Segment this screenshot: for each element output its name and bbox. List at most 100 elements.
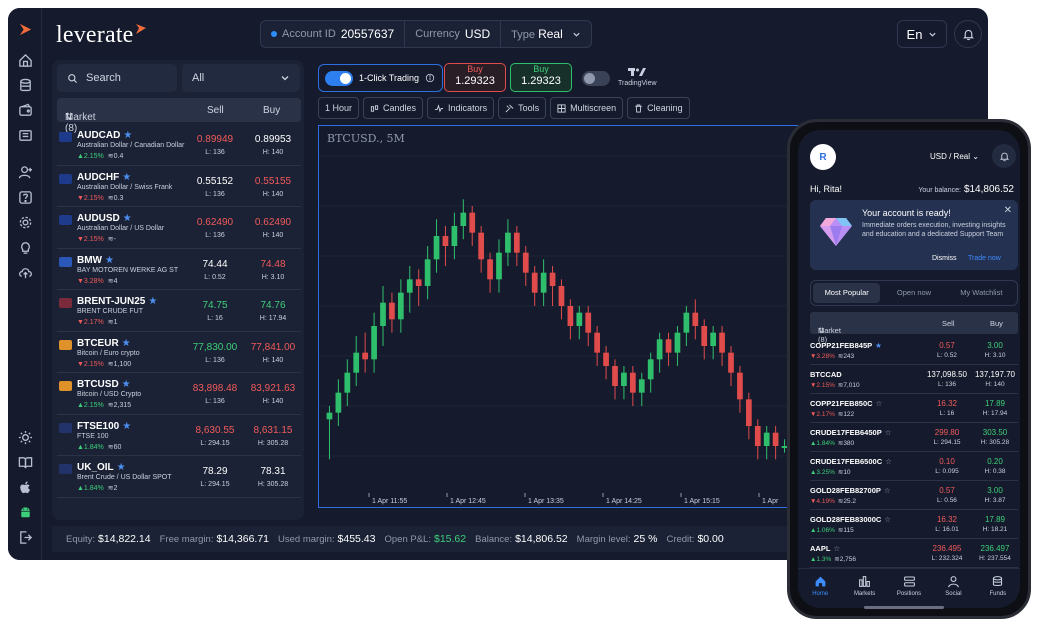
tab-open-now[interactable]: Open now [880, 283, 947, 303]
favorite-star-icon[interactable]: ☆ [876, 399, 883, 408]
help-icon[interactable] [17, 189, 33, 205]
theme-sun-icon[interactable] [17, 429, 33, 445]
lightbulb-icon[interactable] [17, 239, 33, 255]
market-row[interactable]: BTCUSD ★ Bitcoin / USD Crypto ▲2.15% ≋2,315 8… [57, 373, 301, 415]
buy-price[interactable]: 0.62490 [245, 217, 301, 228]
favorite-star-icon[interactable]: ★ [123, 213, 132, 224]
market-row[interactable]: AUDCAD ★ Australian Dollar / Canadian Doll… [57, 124, 301, 166]
book-icon[interactable] [17, 454, 33, 470]
one-click-trading-toggle[interactable]: 1-Click Trading [318, 64, 443, 92]
favorite-star-icon[interactable]: ★ [122, 172, 131, 183]
close-icon[interactable]: ✕ [1004, 205, 1012, 216]
mobile-market-row[interactable]: GOLD28FEB83000C ☆ ▲1.06% ≋115 16.32 L: 16.01 1… [810, 510, 1018, 539]
favorite-star-icon[interactable]: ★ [122, 379, 131, 390]
nav-social[interactable]: Social [931, 569, 975, 608]
sell-price[interactable]: 77,830.00 [185, 342, 245, 353]
buy-price[interactable]: 137,197.70 [972, 370, 1018, 379]
sell-price[interactable]: 78.29 [185, 466, 245, 477]
upload-cloud-icon[interactable] [17, 264, 33, 280]
sell-price[interactable]: 83,898.48 [185, 383, 245, 394]
mobile-account-dropdown[interactable]: USD / Real ⌄ [930, 152, 979, 161]
market-row[interactable]: BTCEUR ★ Bitcoin / Euro crypto ▼2.15% ≋1,100… [57, 332, 301, 373]
search-input[interactable]: Search [57, 64, 177, 92]
sell-price[interactable]: 8,630.55 [185, 425, 245, 436]
favorite-star-icon[interactable]: ☆ [884, 486, 891, 495]
buy-button-right[interactable]: Buy 1.29323 [510, 63, 572, 92]
timeframe-button[interactable]: 1 Hour [318, 97, 360, 119]
language-dropdown[interactable]: En [897, 20, 947, 48]
account-selector[interactable]: Account ID 20557637 Currency USD Type Re… [260, 20, 593, 48]
sell-price[interactable]: 0.55152 [185, 176, 245, 187]
sell-price[interactable]: 236.495 [922, 544, 972, 553]
dismiss-button[interactable]: Dismiss [932, 255, 957, 262]
candles-button[interactable]: Candles [363, 97, 424, 119]
home-icon[interactable] [17, 52, 33, 68]
logout-icon[interactable] [17, 529, 33, 545]
indicators-button[interactable]: Indicators [427, 97, 495, 119]
notifications-button[interactable] [954, 20, 982, 48]
market-row[interactable]: BMW ★ BAY MOTOREN WERKE AG ST ▼3.28% ≋4 74.44… [57, 249, 301, 290]
buy-button-left[interactable]: Buy 1.29323 [444, 63, 506, 92]
avatar[interactable]: R [810, 144, 836, 170]
sell-price[interactable]: 16.32 [922, 515, 972, 524]
sell-price[interactable]: 16.32 [922, 399, 972, 408]
candlestick-chart[interactable]: 1 Apr 11:55 1 Apr 12:45 1 Apr 13:35 1 Apr 1… [319, 126, 797, 507]
tools-button[interactable]: Tools [498, 97, 547, 119]
sell-price[interactable]: 0.57 [922, 341, 972, 350]
favorite-star-icon[interactable]: ★ [122, 421, 131, 432]
favorite-star-icon[interactable]: ★ [875, 341, 882, 350]
info-icon[interactable] [425, 73, 435, 83]
buy-price[interactable]: 0.20 [972, 457, 1018, 466]
sell-price[interactable]: 74.75 [185, 300, 245, 311]
nav-funds[interactable]: Funds [976, 569, 1020, 608]
database-icon[interactable] [17, 77, 33, 93]
favorite-star-icon[interactable]: ★ [123, 130, 132, 141]
buy-price[interactable]: 74.48 [245, 259, 301, 270]
mobile-market-row[interactable]: CRUDE17FEB6450P ☆ ▲1.84% ≋380 299.80 L: 294.1… [810, 423, 1018, 452]
mobile-market-row[interactable]: GOLD28FEB82700P ☆ ▼4.19% ≋25.2 0.57 L: 0.56 3.… [810, 481, 1018, 510]
buy-price[interactable]: 17.89 [972, 399, 1018, 408]
trade-now-button[interactable]: Trade now [968, 255, 1001, 262]
buy-price[interactable]: 236.497 [972, 544, 1018, 553]
market-row[interactable]: AUDCHF ★ Australian Dollar / Swiss Frank ▼2… [57, 166, 301, 207]
mobile-market-row[interactable]: BTCCAD ▼2.15% ≋7,010 137,098.50 L: 136 137,19… [810, 365, 1018, 394]
buy-price[interactable]: 0.89953 [245, 134, 301, 145]
favorite-star-icon[interactable]: ★ [105, 255, 114, 266]
buy-price[interactable]: 3.00 [972, 341, 1018, 350]
sell-price[interactable]: 0.89949 [185, 134, 245, 145]
buy-price[interactable]: 78.31 [245, 466, 301, 477]
buy-price[interactable]: 77,841.00 [245, 342, 301, 353]
multiscreen-button[interactable]: Multiscreen [550, 97, 624, 119]
price-chart[interactable]: 1 Apr 11:55 1 Apr 12:45 1 Apr 13:35 1 Apr 1… [318, 125, 798, 508]
sell-price[interactable]: 137,098.50 [922, 370, 972, 379]
tab-my-watchlist[interactable]: My Watchlist [948, 283, 1015, 303]
buy-price[interactable]: 17.89 [972, 515, 1018, 524]
cleaning-button[interactable]: Cleaning [627, 97, 690, 119]
sell-price[interactable]: 74.44 [185, 259, 245, 270]
market-row[interactable]: BRENT-JUN25 ★ BRENT CRUDE FUT ▼2.17% ≋1 74.75… [57, 290, 301, 332]
buy-price[interactable]: 3.00 [972, 486, 1018, 495]
settings-icon[interactable] [17, 214, 33, 230]
market-filter-dropdown[interactable]: All [182, 64, 300, 92]
wallet-icon[interactable] [17, 102, 33, 118]
android-icon[interactable] [17, 504, 33, 520]
mobile-market-row[interactable]: COPP21FEB845P ★ ▼3.28% ≋243 0.57 L: 0.52 3.00 H… [810, 336, 1018, 365]
favorite-star-icon[interactable]: ☆ [833, 544, 840, 553]
tab-most-popular[interactable]: Most Popular [813, 283, 881, 303]
nav-positions[interactable]: Positions [887, 569, 931, 608]
mobile-market-row[interactable]: AAPL ☆ ▲1.3% ≋2,756 236.495 L: 232.324 236.497… [810, 539, 1018, 568]
toggle-switch[interactable] [582, 70, 610, 86]
tradingview-toggle[interactable]: TradingView [582, 68, 657, 88]
mobile-notifications-button[interactable] [992, 144, 1016, 168]
market-row[interactable]: UK_OIL ★ Brent Crude / US Dollar SPOT ▲1.84… [57, 456, 301, 498]
buy-price[interactable]: 0.55155 [245, 176, 301, 187]
nav-home[interactable]: Home [798, 569, 842, 608]
buy-price[interactable]: 74.76 [245, 300, 301, 311]
mobile-market-row[interactable]: CRUDE17FEB6500C ☆ ▲3.25% ≋10 0.10 L: 0.095 0.2… [810, 452, 1018, 481]
favorite-star-icon[interactable]: ☆ [885, 457, 892, 466]
mobile-market-row[interactable]: COPP21FEB850C ☆ ▼2.17% ≋122 16.32 L: 16 17.89 H… [810, 394, 1018, 423]
toggle-switch[interactable] [325, 70, 353, 86]
buy-price[interactable]: 303.50 [972, 428, 1018, 437]
sell-price[interactable]: 299.80 [922, 428, 972, 437]
market-row[interactable]: FTSE100 ★ FTSE 100 ▲1.84% ≋60 8,630.55 L: 294.… [57, 415, 301, 456]
